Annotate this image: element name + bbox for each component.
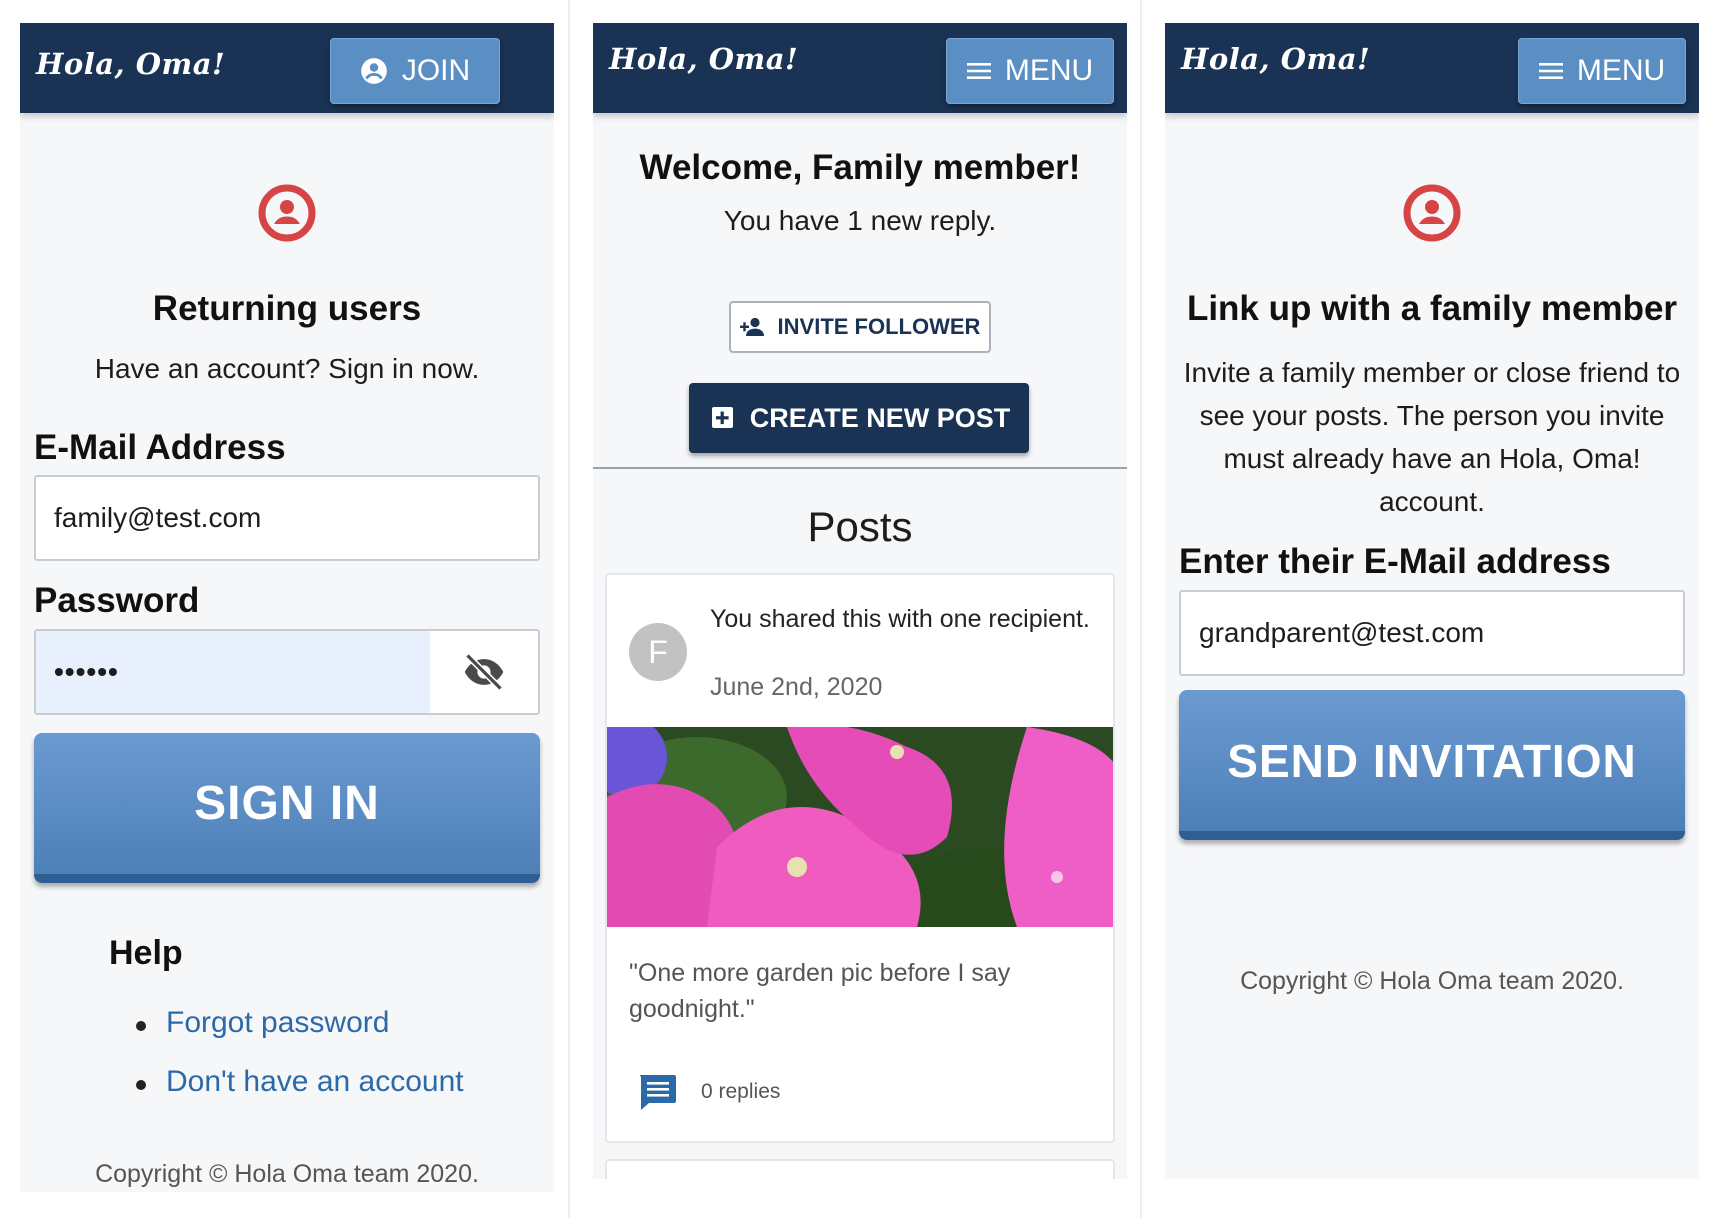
post-card[interactable]: F You shared this with one recipient. Ju… bbox=[605, 573, 1115, 1143]
brand-logo[interactable]: Hola, Oma! bbox=[609, 42, 798, 76]
welcome-heading: Welcome, Family member! bbox=[639, 148, 1081, 187]
invite-follower-label: INVITE FOLLOWER bbox=[777, 314, 981, 339]
menu-icon bbox=[1538, 63, 1563, 79]
create-new-post-label: CREATE NEW POST bbox=[749, 402, 1011, 433]
avatar: F bbox=[629, 623, 687, 681]
signin-prompt: Have an account? Sign in now. bbox=[94, 353, 480, 384]
menu-label: MENU bbox=[1004, 54, 1094, 87]
menu-label: MENU bbox=[1576, 54, 1666, 87]
no-account-link[interactable]: Don't have an account bbox=[166, 1065, 464, 1099]
invite-description: Invite a family member or close friend t… bbox=[1183, 357, 1681, 517]
sign-in-button[interactable]: SIGN IN bbox=[34, 733, 540, 883]
post-card[interactable] bbox=[605, 1159, 1115, 1179]
navbar: Hola, Oma! MENU bbox=[1165, 23, 1699, 113]
add-box-icon bbox=[711, 407, 733, 428]
send-invitation-button[interactable]: SEND INVITATION bbox=[1179, 690, 1685, 840]
user-circle-icon bbox=[1403, 184, 1461, 242]
copyright-text: Copyright © Hola Oma team 2020. bbox=[1240, 967, 1624, 995]
new-reply-text[interactable]: You have 1 new reply. bbox=[593, 205, 1127, 237]
invite-email-field[interactable]: grandparent@test.com bbox=[1179, 590, 1685, 676]
user-circle-icon bbox=[258, 184, 316, 242]
forgot-password-link[interactable]: Forgot password bbox=[166, 1006, 389, 1040]
password-field[interactable]: •••••• bbox=[36, 631, 430, 713]
help-heading: Help bbox=[109, 934, 183, 972]
menu-button[interactable]: MENU bbox=[946, 38, 1114, 104]
panel-divider bbox=[1140, 0, 1142, 1218]
home-screen: Hola, Oma! MENU Welcome, Family member! … bbox=[593, 23, 1127, 1179]
menu-icon bbox=[966, 63, 991, 79]
password-field-group: •••••• bbox=[34, 629, 540, 715]
brand-logo[interactable]: Hola, Oma! bbox=[1181, 42, 1370, 76]
comment-icon bbox=[639, 1075, 676, 1110]
returning-users-heading: Returning users bbox=[152, 289, 422, 328]
invite-follower-button[interactable]: INVITE FOLLOWER bbox=[729, 301, 991, 353]
menu-button[interactable]: MENU bbox=[1518, 38, 1686, 104]
join-button[interactable]: JOIN bbox=[330, 38, 500, 104]
copyright-text: Copyright © Hola Oma team 2020. bbox=[95, 1160, 479, 1188]
replies-count: 0 replies bbox=[701, 1080, 781, 1103]
invite-screen: Hola, Oma! MENU Link up with a family me… bbox=[1165, 23, 1699, 1179]
post-photo[interactable] bbox=[607, 727, 1115, 927]
posts-heading: Posts bbox=[807, 503, 913, 550]
email-field[interactable]: family@test.com bbox=[34, 475, 540, 561]
link-up-heading: Link up with a family member bbox=[1186, 289, 1678, 328]
toggle-password-button[interactable] bbox=[430, 631, 538, 713]
post-date: June 2nd, 2020 bbox=[710, 673, 883, 701]
replies-row[interactable]: 0 replies bbox=[637, 1073, 780, 1111]
post-quote: "One more garden pic before I say goodni… bbox=[629, 959, 1011, 1023]
navbar: Hola, Oma! JOIN bbox=[20, 23, 554, 113]
post-shared-text: You shared this with one recipient. bbox=[710, 605, 1090, 633]
login-screen: Hola, Oma! JOIN Returning users Have an … bbox=[20, 23, 554, 1192]
create-new-post-button[interactable]: CREATE NEW POST bbox=[689, 383, 1029, 453]
account-circle-icon bbox=[360, 58, 387, 84]
eye-off-icon bbox=[464, 653, 504, 691]
join-label: JOIN bbox=[401, 54, 471, 87]
password-label: Password bbox=[34, 581, 200, 620]
bullet bbox=[136, 1021, 146, 1031]
panel-divider bbox=[568, 0, 570, 1218]
brand-logo[interactable]: Hola, Oma! bbox=[36, 47, 225, 81]
person-add-icon bbox=[739, 317, 764, 336]
email-label: E-Mail Address bbox=[34, 428, 286, 467]
bullet bbox=[136, 1080, 146, 1090]
navbar: Hola, Oma! MENU bbox=[593, 23, 1127, 113]
divider bbox=[593, 467, 1127, 469]
invite-email-label: Enter their E-Mail address bbox=[1179, 542, 1611, 581]
